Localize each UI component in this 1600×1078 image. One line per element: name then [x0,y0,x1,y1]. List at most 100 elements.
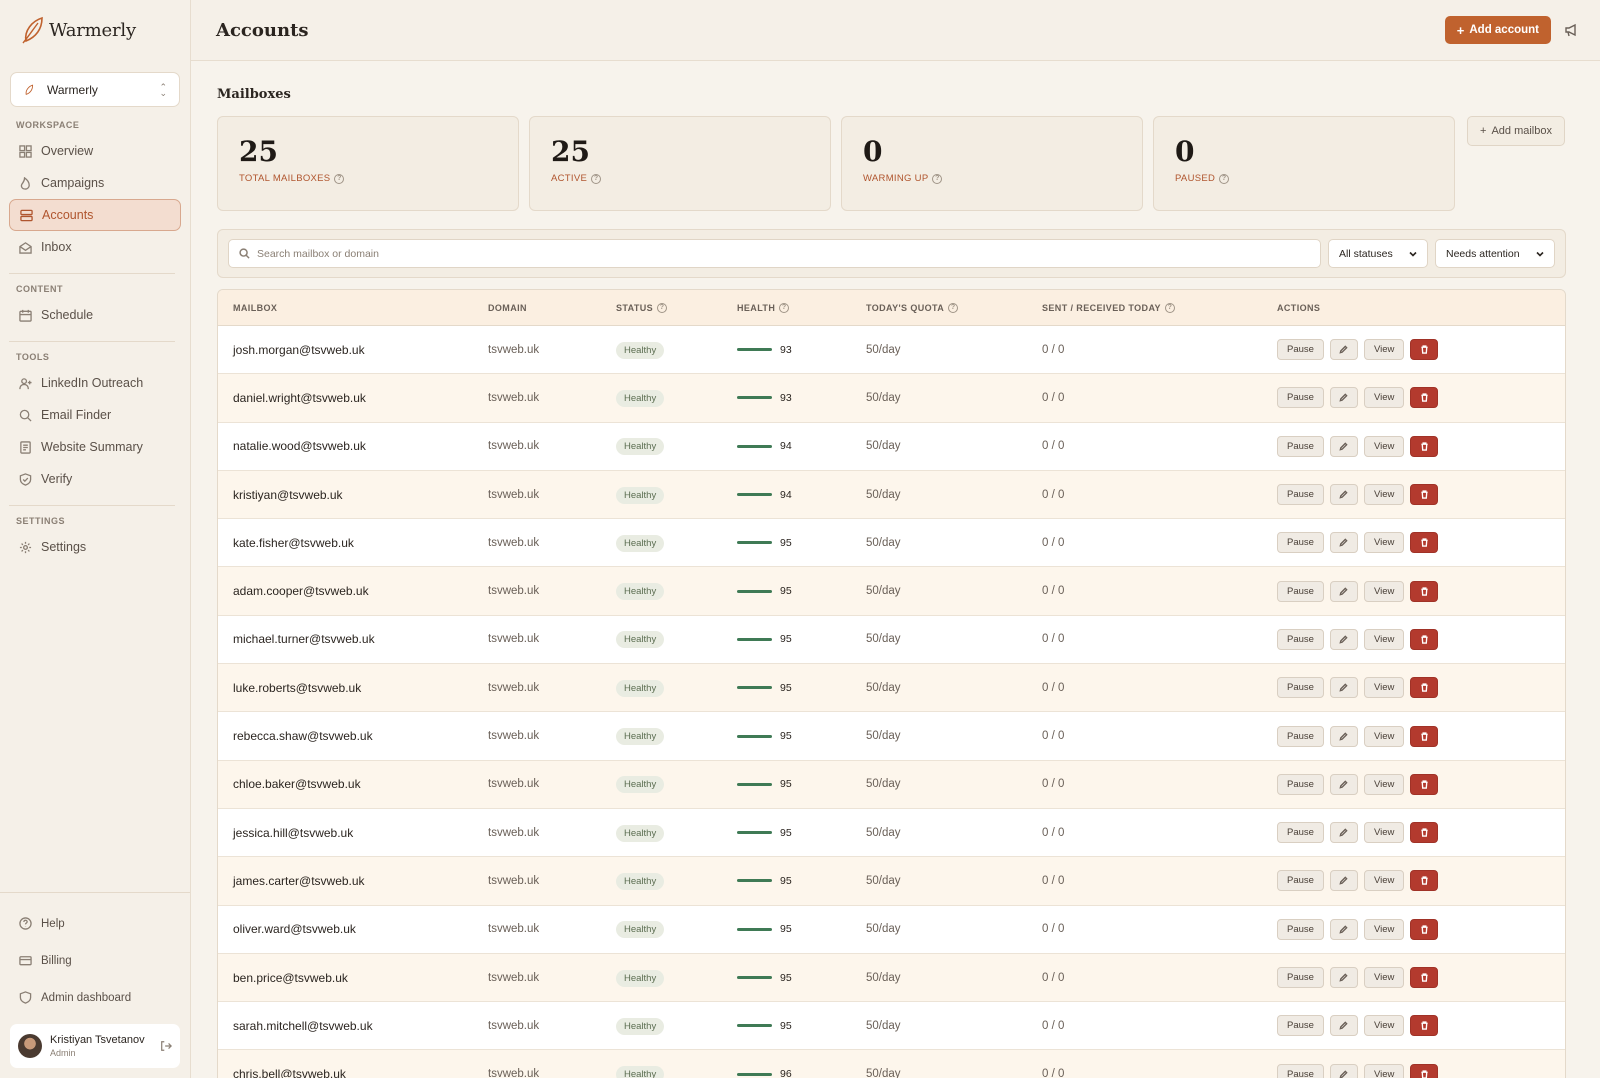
view-button[interactable]: View [1363,435,1405,457]
table-row[interactable]: james.carter@tsvweb.uk tsvweb.uk Healthy 95… [218,857,1565,906]
info-icon[interactable]: ? [1164,302,1175,313]
edit-button[interactable] [1329,773,1358,795]
delete-button[interactable] [1410,435,1439,457]
table-row[interactable]: ben.price@tsvweb.uk tsvweb.uk Healthy 95 50/… [218,953,1565,1003]
table-row[interactable]: kate.fisher@tsvweb.uk tsvweb.uk Healthy 95 5… [218,519,1565,568]
pause-button[interactable]: Pause [1277,918,1324,940]
sidebar-item-billing[interactable]: Billing [9,942,181,979]
view-button[interactable]: View [1363,870,1405,892]
view-button[interactable]: View [1363,387,1405,409]
pause-button[interactable]: Pause [1277,532,1324,554]
sidebar-item-schedule[interactable]: Schedule [9,299,181,331]
info-icon[interactable]: ? [334,173,345,184]
column-header-mailbox[interactable]: MAILBOX [218,303,488,313]
cell-mailbox[interactable]: sarah.mitchell@tsvweb.uk [218,1019,488,1033]
delete-button[interactable] [1410,967,1439,988]
status-filter-select[interactable]: All statuses [1328,239,1428,268]
pause-button[interactable]: Pause [1277,677,1324,699]
edit-button[interactable] [1329,967,1358,988]
edit-button[interactable] [1329,725,1358,747]
logo[interactable]: Warmerly [0,0,190,60]
delete-button[interactable] [1410,1015,1439,1037]
delete-button[interactable] [1410,725,1439,747]
cell-mailbox[interactable]: chloe.baker@tsvweb.uk [218,777,488,791]
edit-button[interactable] [1329,918,1358,940]
sidebar-item-verify[interactable]: Verify [9,463,181,495]
pause-button[interactable]: Pause [1277,725,1324,747]
delete-button[interactable] [1410,1063,1439,1078]
search-box[interactable] [228,239,1321,268]
edit-button[interactable] [1329,822,1358,844]
table-row[interactable]: chris.bell@tsvweb.uk tsvweb.uk Healthy 96 50… [218,1050,1565,1078]
table-row[interactable]: kristiyan@tsvweb.uk tsvweb.uk Healthy 94 50/… [218,470,1565,520]
delete-button[interactable] [1410,677,1439,699]
sort-select[interactable]: Needs attention [1435,239,1555,268]
view-button[interactable]: View [1363,918,1405,940]
cell-mailbox[interactable]: michael.turner@tsvweb.uk [218,632,488,646]
search-input[interactable] [257,247,1310,260]
sidebar-item-help[interactable]: Help [9,905,181,942]
cell-mailbox[interactable]: adam.cooper@tsvweb.uk [218,584,488,598]
megaphone-icon[interactable] [1564,23,1578,37]
add-mailbox-button[interactable]: + Add mailbox [1467,116,1565,146]
column-header-health[interactable]: HEALTH? [737,302,866,313]
logout-icon[interactable] [160,1040,172,1052]
view-button[interactable]: View [1363,580,1405,602]
view-button[interactable]: View [1363,677,1405,699]
info-icon[interactable]: ? [948,302,959,313]
cell-mailbox[interactable]: oliver.ward@tsvweb.uk [218,922,488,936]
table-row[interactable]: chloe.baker@tsvweb.uk tsvweb.uk Healthy 95 5… [218,760,1565,809]
edit-button[interactable] [1329,580,1358,602]
pause-button[interactable]: Pause [1277,870,1324,892]
pause-button[interactable]: Pause [1277,1063,1324,1078]
column-header-quota[interactable]: TODAY'S QUOTA? [866,302,1042,313]
sidebar-item-overview[interactable]: Overview [9,135,181,167]
table-row[interactable]: adam.cooper@tsvweb.uk tsvweb.uk Healthy 95 5… [218,567,1565,616]
sidebar-item-settings[interactable]: Settings [9,531,181,563]
cell-mailbox[interactable]: kristiyan@tsvweb.uk [218,488,488,502]
pause-button[interactable]: Pause [1277,628,1324,650]
pause-button[interactable]: Pause [1277,967,1324,988]
cell-mailbox[interactable]: kate.fisher@tsvweb.uk [218,536,488,550]
cell-mailbox[interactable]: natalie.wood@tsvweb.uk [218,439,488,453]
pause-button[interactable]: Pause [1277,484,1324,506]
view-button[interactable]: View [1363,725,1405,747]
add-account-button[interactable]: + Add account [1444,16,1551,44]
edit-button[interactable] [1329,1063,1358,1078]
sidebar-item-accounts[interactable]: Accounts [9,199,181,231]
view-button[interactable]: View [1363,628,1405,650]
cell-mailbox[interactable]: luke.roberts@tsvweb.uk [218,681,488,695]
sidebar-item-inbox[interactable]: Inbox [9,231,181,263]
column-header-status[interactable]: STATUS? [616,302,737,313]
pause-button[interactable]: Pause [1277,435,1324,457]
pause-button[interactable]: Pause [1277,580,1324,602]
delete-button[interactable] [1410,532,1439,554]
table-row[interactable]: michael.turner@tsvweb.uk tsvweb.uk Healthy… [218,615,1565,665]
delete-button[interactable] [1410,387,1439,409]
table-row[interactable]: luke.roberts@tsvweb.uk tsvweb.uk Healthy 95… [218,664,1565,713]
table-row[interactable]: natalie.wood@tsvweb.uk tsvweb.uk Healthy 94… [218,422,1565,471]
sidebar-item-linkedin[interactable]: LinkedIn Outreach [9,367,181,399]
table-row[interactable]: oliver.ward@tsvweb.uk tsvweb.uk Healthy 95 5… [218,905,1565,954]
delete-button[interactable] [1410,339,1439,361]
info-icon[interactable]: ? [779,302,790,313]
view-button[interactable]: View [1363,773,1405,795]
edit-button[interactable] [1329,532,1358,554]
cell-mailbox[interactable]: james.carter@tsvweb.uk [218,874,488,888]
pause-button[interactable]: Pause [1277,822,1324,844]
info-icon[interactable]: ? [1219,173,1230,184]
delete-button[interactable] [1410,773,1439,795]
info-icon[interactable]: ? [932,173,943,184]
view-button[interactable]: View [1363,967,1405,988]
info-icon[interactable]: ? [657,302,668,313]
edit-button[interactable] [1329,435,1358,457]
view-button[interactable]: View [1363,1063,1405,1078]
column-header-domain[interactable]: DOMAIN [488,303,616,313]
table-row[interactable]: daniel.wright@tsvweb.uk tsvweb.uk Healthy 9… [218,374,1565,423]
cell-mailbox[interactable]: ben.price@tsvweb.uk [218,971,488,985]
edit-button[interactable] [1329,870,1358,892]
column-header-sent-received[interactable]: SENT / RECEIVED TODAY? [1042,302,1277,313]
cell-mailbox[interactable]: rebecca.shaw@tsvweb.uk [218,729,488,743]
delete-button[interactable] [1410,484,1439,506]
delete-button[interactable] [1410,870,1439,892]
